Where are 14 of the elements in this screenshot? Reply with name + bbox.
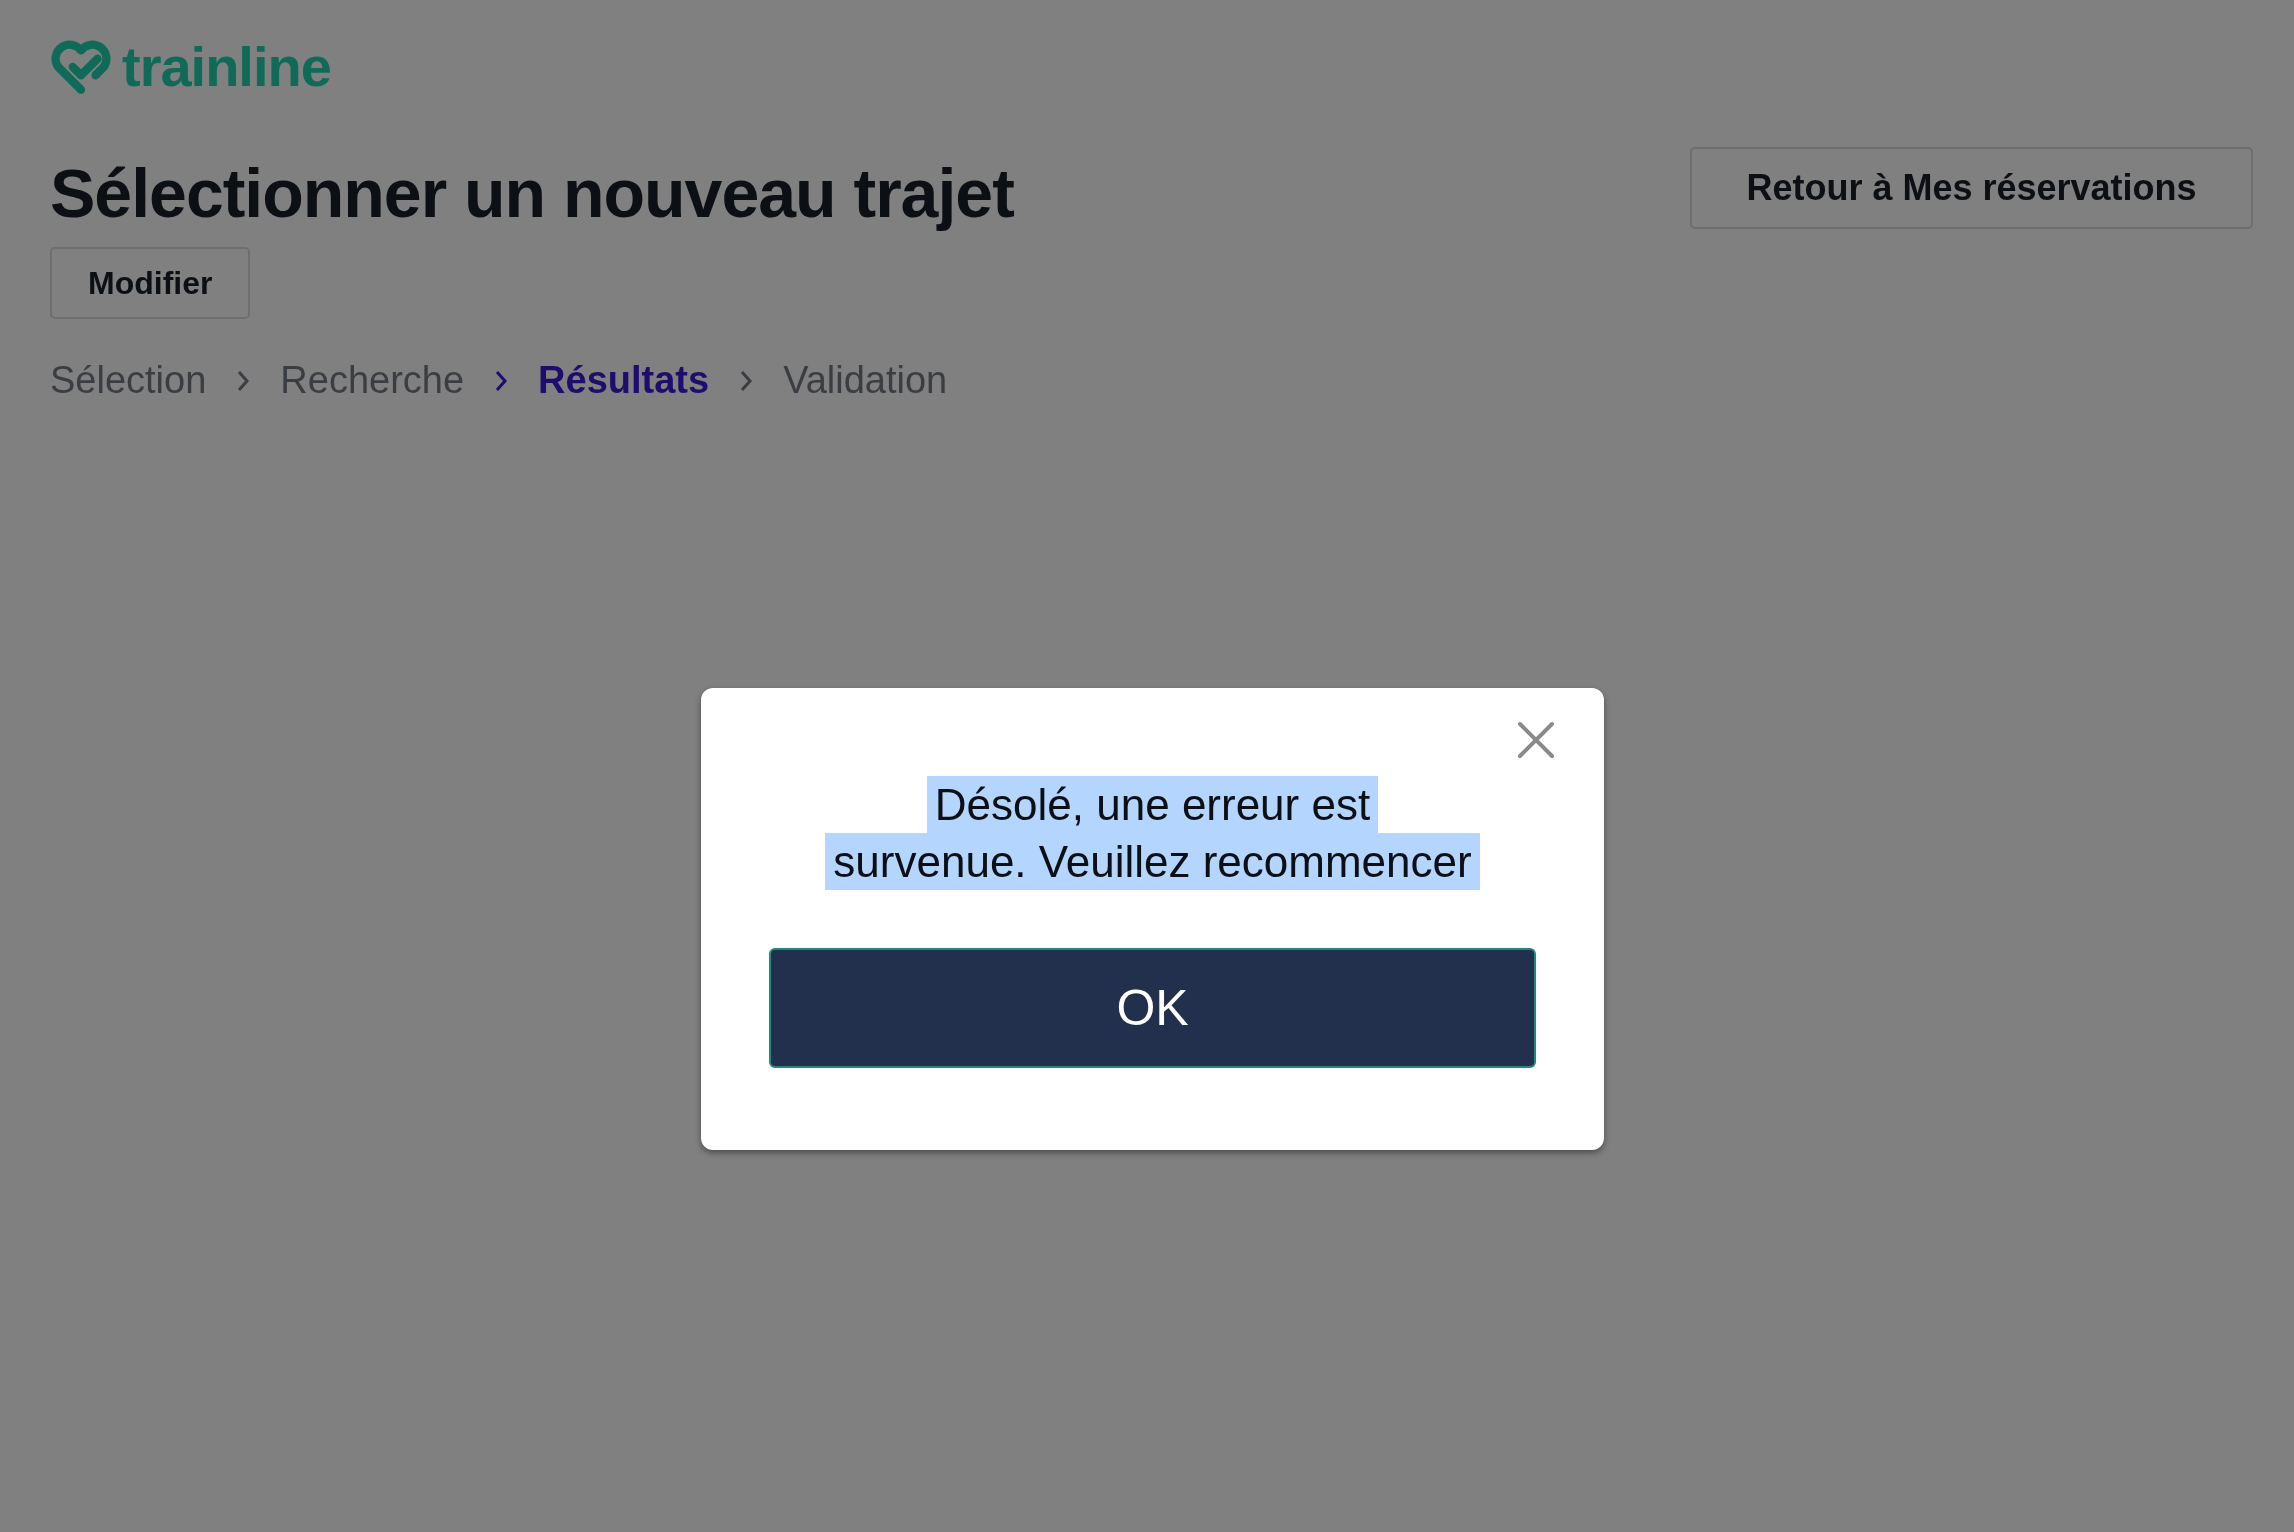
breadcrumb-step[interactable]: Résultats: [538, 359, 710, 402]
chevron-icon: [236, 369, 251, 392]
modify-button[interactable]: Modifier: [50, 247, 251, 319]
close-icon[interactable]: [1516, 720, 1556, 760]
breadcrumb-step[interactable]: Sélection: [50, 359, 207, 402]
page-title: Sélectionner un nouveau trajet: [50, 154, 1014, 233]
ok-button[interactable]: OK: [769, 948, 1536, 1068]
chevron-icon: [494, 369, 509, 392]
breadcrumb-step[interactable]: Validation: [783, 359, 948, 402]
breadcrumb-step[interactable]: Recherche: [280, 359, 465, 402]
heart-check-icon: [50, 39, 112, 94]
chevron-icon: [739, 369, 754, 392]
error-message: Désolé, une erreur est survenue. Veuillez recommencer: [769, 776, 1536, 890]
back-to-bookings-button[interactable]: Retour à Mes réservations: [1690, 147, 2253, 229]
